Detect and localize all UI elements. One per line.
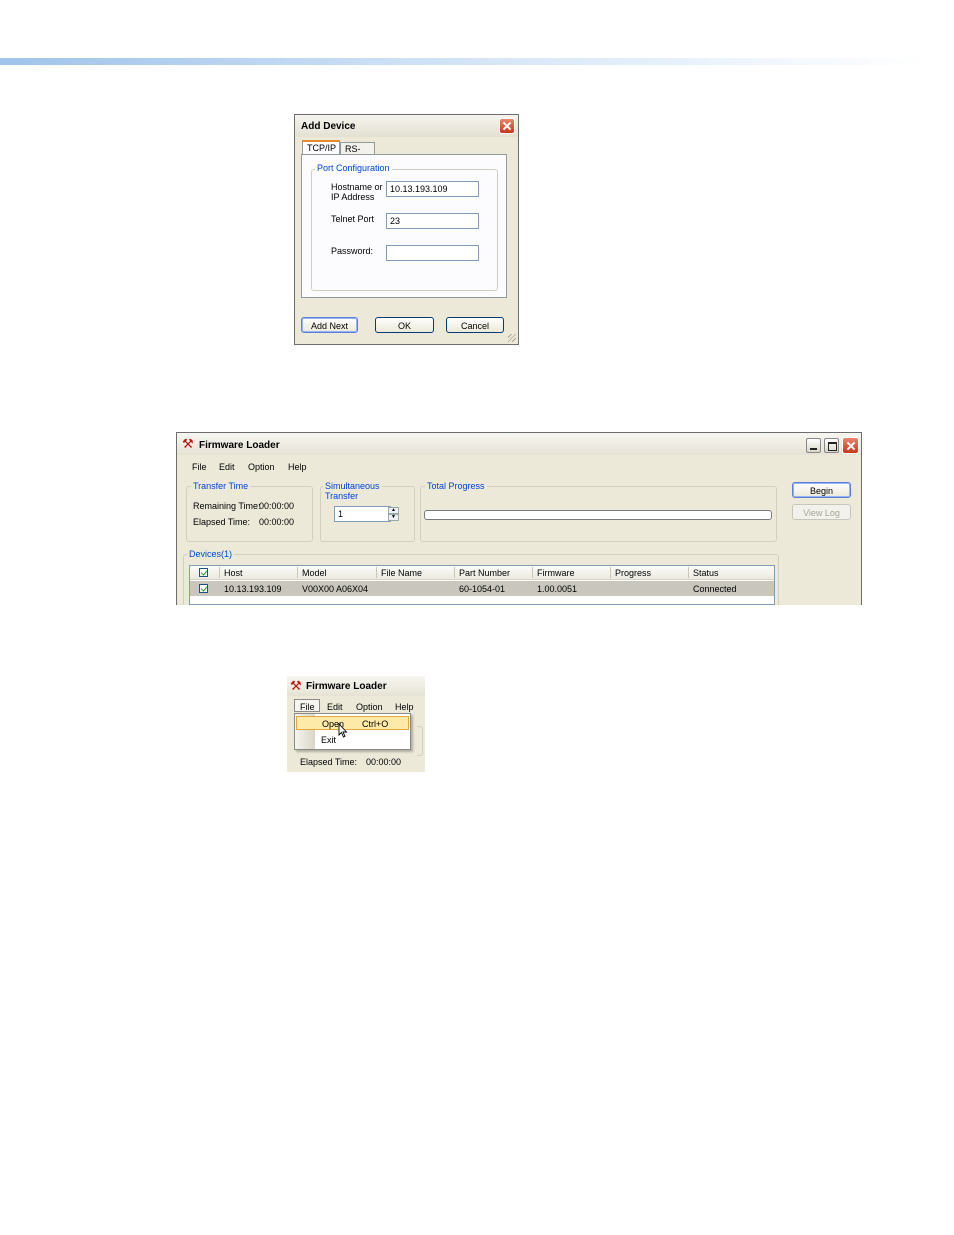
resize-grip-icon[interactable] [508, 334, 516, 342]
cell-host: 10.13.193.109 [224, 584, 282, 594]
file-menu-group-edge [417, 726, 423, 756]
port-configuration-label: Port Configuration [315, 163, 392, 173]
row-checkbox[interactable] [199, 584, 208, 593]
begin-button[interactable]: Begin [792, 482, 851, 498]
simultaneous-transfer-input[interactable]: 1 [334, 506, 391, 522]
menu-help[interactable]: Help [288, 462, 307, 472]
cell-part-number: 60-1054-01 [459, 584, 506, 594]
tab-tcp-ip[interactable]: TCP/IP [302, 140, 340, 155]
elapsed-time-value: 00:00:00 [366, 757, 402, 767]
hostname-input[interactable]: 10.13.193.109 [386, 181, 479, 197]
menu-item-open-shortcut: Ctrl+O [362, 719, 389, 729]
minimize-button[interactable] [806, 438, 821, 453]
dialog-title: Add Device [301, 121, 356, 132]
tool-icon: ⚒ [290, 678, 302, 693]
column-divider [219, 567, 220, 578]
spinner-up-button[interactable]: ▲ [388, 507, 399, 514]
minimize-icon [810, 448, 817, 450]
menu-option[interactable]: Option [248, 462, 275, 472]
transfer-time-group [186, 486, 313, 542]
elapsed-time-value: 00:00:00 [259, 517, 295, 527]
column-header-part-number[interactable]: Part Number [459, 568, 510, 578]
menu-option[interactable]: Option [356, 702, 383, 712]
remaining-time-value: 00:00:00 [259, 501, 295, 511]
menu-help[interactable]: Help [395, 702, 414, 712]
column-divider [454, 567, 455, 578]
file-menu-title: Firmware Loader [306, 681, 387, 692]
tool-icon: ⚒ [182, 436, 194, 451]
column-header-model[interactable]: Model [302, 568, 327, 578]
transfer-time-label: Transfer Time [191, 481, 251, 491]
column-header-status[interactable]: Status [693, 568, 719, 578]
cell-firmware: 1.00.0051 [537, 584, 578, 594]
total-progress-bar [424, 510, 772, 520]
column-divider [297, 567, 298, 578]
menu-edit[interactable]: Edit [327, 702, 343, 712]
menu-file[interactable]: File [192, 462, 207, 472]
hostname-label: Hostname or IP Address [331, 182, 383, 202]
dialog-close-button[interactable] [499, 118, 515, 134]
remaining-time-label: Remaining Time: [193, 501, 261, 511]
ok-button[interactable]: OK [375, 317, 434, 333]
password-label: Password: [331, 246, 374, 256]
add-next-button[interactable]: Add Next [301, 317, 358, 333]
password-input[interactable] [386, 245, 479, 261]
firmware-loader-window: ⚒ Firmware Loader File Edit Option Help … [176, 432, 862, 605]
header-gradient-bar [0, 58, 930, 65]
mouse-cursor-icon [338, 723, 348, 738]
view-log-button[interactable]: View Log [792, 504, 851, 520]
column-divider [532, 567, 533, 578]
add-device-dialog: Add Device TCP/IP RS-232 Port Configurat… [294, 114, 519, 345]
maximize-icon [828, 442, 837, 451]
maximize-button[interactable] [824, 438, 839, 453]
cancel-button[interactable]: Cancel [446, 317, 504, 333]
spinner-down-button[interactable]: ▼ [388, 514, 399, 521]
total-progress-label: Total Progress [425, 481, 487, 491]
column-divider [376, 567, 377, 578]
menu-file[interactable]: File [300, 702, 315, 712]
cell-status: Connected [693, 584, 737, 594]
column-header-progress[interactable]: Progress [615, 568, 651, 578]
simultaneous-transfer-label: Simultaneous Transfer [323, 481, 382, 501]
devices-label: Devices(1) [187, 549, 235, 559]
file-menu-screenshot: ⚒ Firmware Loader File Edit Option Help … [287, 676, 425, 772]
telnet-port-input[interactable]: 23 [386, 213, 479, 229]
menu-item-exit-label: Exit [321, 735, 337, 745]
file-dropdown: Open Ctrl+O Exit [294, 713, 411, 750]
elapsed-time-label: Elapsed Time: [300, 757, 358, 767]
column-divider [688, 567, 689, 578]
column-divider [610, 567, 611, 578]
loader-close-button[interactable] [842, 437, 859, 454]
cell-model: V00X00 A06X04 [302, 584, 369, 594]
column-header-file-name[interactable]: File Name [381, 568, 422, 578]
column-header-firmware[interactable]: Firmware [537, 568, 575, 578]
devices-table: Host Model File Name Part Number Firmwar… [189, 565, 775, 605]
menu-item-exit[interactable]: Exit [296, 733, 409, 747]
menu-item-open[interactable]: Open Ctrl+O [296, 716, 409, 730]
tab-tcp-ip-label: TCP/IP [307, 143, 337, 153]
table-row[interactable]: 10.13.193.109 V00X00 A06X04 60-1054-01 1… [190, 581, 774, 596]
select-all-checkbox[interactable] [199, 568, 208, 577]
elapsed-time-label: Elapsed Time: [193, 517, 251, 527]
telnet-port-label: Telnet Port [331, 214, 375, 224]
column-header-host[interactable]: Host [224, 568, 243, 578]
menu-edit[interactable]: Edit [219, 462, 235, 472]
loader-title: Firmware Loader [199, 440, 280, 451]
